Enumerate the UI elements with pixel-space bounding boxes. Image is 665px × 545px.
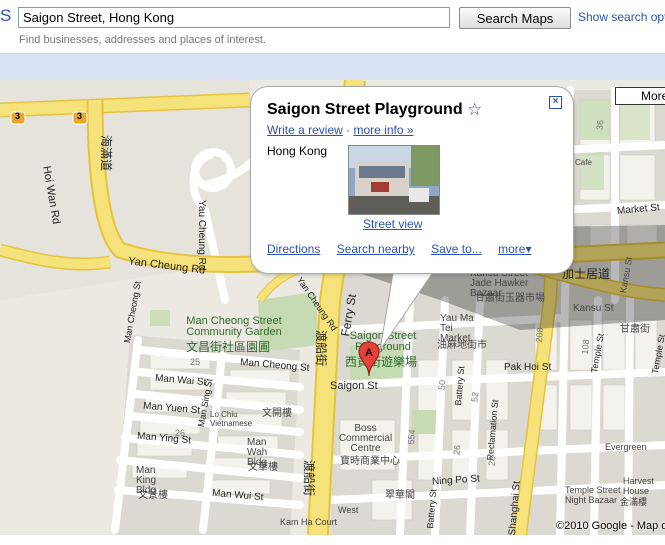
close-icon[interactable]: ×	[549, 96, 562, 109]
info-actions: Directions Search nearby Save to... more…	[267, 242, 545, 256]
poi-label-man-king-cn: 文景樓	[138, 490, 168, 501]
road-label-kansu-cn: 甘肅街	[620, 324, 650, 335]
search-header: S Search Maps Show search opti Find busi…	[0, 0, 665, 53]
poi-label-boss: Boss Commercial Centre	[338, 423, 393, 454]
street-view-link[interactable]: Street view	[363, 217, 422, 231]
links-separator: -	[346, 123, 351, 137]
block-number-36: 36	[594, 119, 606, 131]
star-icon[interactable]: ☆	[467, 100, 482, 120]
poi-label-cuihua-cn: 翠華閣	[385, 490, 415, 501]
road-label-saigon-st: Saigon St	[330, 380, 378, 392]
results-toolbar	[0, 53, 665, 80]
place-title: Saigon Street Playground	[267, 101, 463, 118]
show-search-options-link[interactable]: Show search opti	[578, 10, 665, 24]
park-label-man-cheong-cn: 文昌街社區園圃	[186, 340, 271, 354]
search-maps-button[interactable]: Search Maps	[459, 7, 571, 29]
block-number-28: 28	[486, 455, 498, 467]
poi-label-boss-cn: 寶時商業中心	[340, 456, 400, 467]
block-number-26b: 26	[451, 444, 463, 456]
poi-label-man-kai-cn: 文開樓	[262, 408, 292, 419]
route-shield-3b: 3	[77, 111, 83, 121]
block-number-25: 25	[190, 357, 201, 367]
road-label-ferry-st-cn: 渡船街	[314, 330, 328, 367]
street-view-thumbnail[interactable]	[348, 145, 440, 215]
poi-label-harvest-cn: 金滿樓	[620, 497, 648, 507]
road-label-pak-hoi-st: Pak Hoi St	[504, 362, 552, 373]
poi-label-man-wah-cn: 文華樓	[248, 462, 278, 473]
park-label-saigon-cn: 西貢街遊樂場	[345, 355, 418, 369]
poi-label-cafe: Cafe	[575, 158, 592, 167]
poi-label-kansu-bazaar-cn: 甘肅街玉器市場	[475, 293, 545, 304]
more-info-link[interactable]: more info »	[353, 123, 413, 137]
street-view-photo	[349, 146, 439, 214]
infowindow-tail	[379, 262, 441, 351]
road-label-hoi-wan-cn: 海滿道	[99, 135, 113, 172]
route-shield-3a: 3	[15, 111, 21, 121]
park-label-man-cheong: Man Cheong Street Community Garden	[186, 315, 282, 338]
poi-label-temple-bazaar: Temple Street Night Bazaar	[565, 485, 621, 505]
write-review-link[interactable]: Write a review	[267, 123, 343, 137]
poi-label-lo-chiu: Lo Chiu Vietnamese	[210, 410, 253, 428]
logo-fragment[interactable]: S	[0, 6, 11, 26]
road-label-kansu-st: Kansu St	[573, 303, 614, 314]
block-number-208: 208	[533, 327, 546, 343]
directions-link[interactable]: Directions	[267, 242, 320, 256]
block-number-554: 554	[405, 429, 418, 445]
more-actions-link[interactable]: more▾	[498, 242, 531, 256]
poi-label-evergreen: Evergreen	[605, 442, 647, 452]
block-number-108: 108	[579, 339, 592, 355]
poi-label-kam-ha: Kam Ha Court	[280, 517, 338, 527]
search-hint: Find businesses, addresses and places of…	[19, 34, 267, 46]
map-copyright: ©2010 Google - Map d	[556, 520, 665, 532]
info-window: Saigon Street Playground ☆ × Write a rev…	[250, 86, 574, 274]
place-address: Hong Kong	[267, 144, 328, 158]
search-nearby-link[interactable]: Search nearby	[337, 242, 415, 256]
block-number-50: 50	[436, 379, 448, 391]
road-label-ferry-st-cn-b: 渡船街	[302, 460, 316, 497]
block-number-26: 26	[175, 428, 186, 438]
search-input[interactable]	[18, 7, 450, 28]
bottom-strip	[0, 535, 665, 545]
save-to-link[interactable]: Save to...	[431, 242, 482, 256]
poi-label-west: West	[338, 505, 359, 515]
block-number-52: 52	[469, 391, 481, 403]
info-links: Write a review - more info »	[267, 123, 414, 137]
more-layers-button[interactable]: More	[615, 87, 665, 105]
poi-label-harvest-house: Harvest House	[623, 476, 655, 496]
more-button-label: More	[641, 89, 665, 103]
road-label-yau-cheung-rd: Yau Cheung Rd	[196, 200, 207, 271]
